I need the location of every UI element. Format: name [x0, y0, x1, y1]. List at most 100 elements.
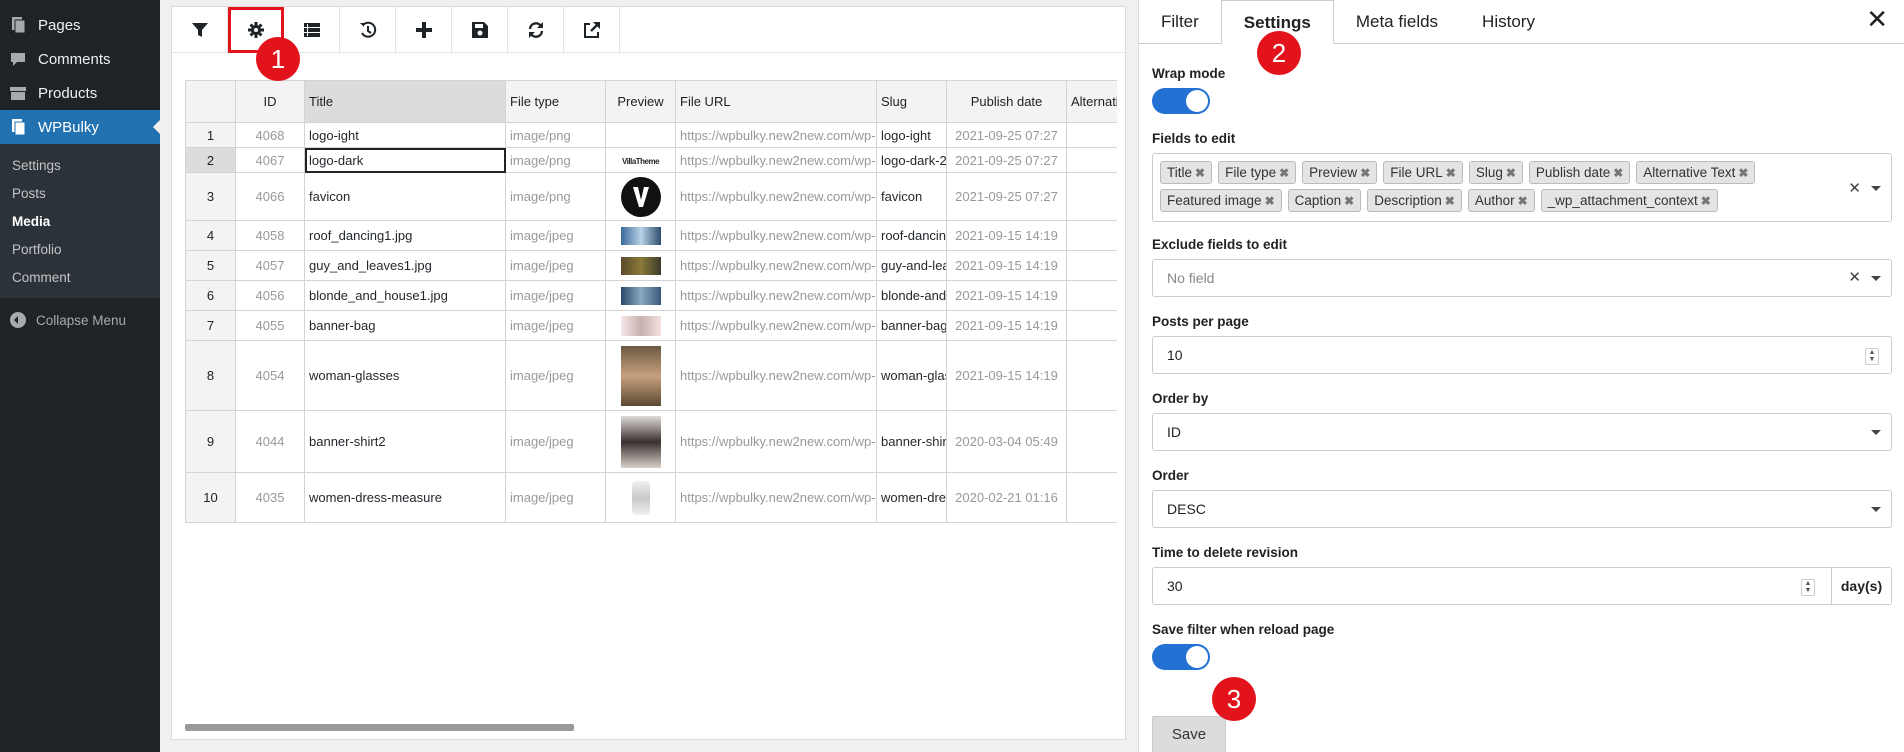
- chevron-down-icon[interactable]: [1871, 186, 1881, 192]
- cell-file-type[interactable]: image/jpeg: [505, 410, 606, 473]
- col-header-preview[interactable]: Preview: [605, 80, 676, 123]
- cell-alt-text[interactable]: [1066, 472, 1117, 523]
- table-row[interactable]: 2 4067 logo-dark image/png VillaTheme https:/…: [185, 147, 1117, 173]
- table-row[interactable]: 1 4068 logo-ight image/png https://wpbulky.n…: [185, 122, 1117, 148]
- save-toolbar-button[interactable]: [452, 7, 508, 53]
- cell-file-url[interactable]: https://wpbulky.new2new.com/wp-content/u…: [675, 172, 877, 221]
- cell-slug[interactable]: banner-bag: [876, 310, 947, 341]
- remove-tag-icon[interactable]: ✖: [1518, 194, 1528, 208]
- cell-id[interactable]: 4056: [235, 280, 305, 311]
- table-row[interactable]: 9 4044 banner-shirt2 image/jpeg https://wpbu…: [185, 410, 1117, 473]
- col-header-id[interactable]: ID: [235, 80, 305, 123]
- cell-file-type[interactable]: image/png: [505, 147, 606, 173]
- number-spinner-icon[interactable]: ▲ ▼: [1865, 348, 1879, 365]
- submenu-settings[interactable]: Settings: [0, 152, 160, 180]
- cell-slug[interactable]: logo-dark-2: [876, 147, 947, 173]
- remove-tag-icon[interactable]: ✖: [1738, 166, 1748, 180]
- cell-alt-text[interactable]: [1066, 280, 1117, 311]
- cell-publish-date[interactable]: 2021-09-15 14:19: [946, 280, 1067, 311]
- cell-file-url[interactable]: https://wpbulky.new2new.com/wp-content/u…: [675, 122, 877, 148]
- remove-tag-icon[interactable]: ✖: [1344, 194, 1354, 208]
- filter-button[interactable]: [172, 7, 228, 53]
- cell-file-type[interactable]: image/jpeg: [505, 220, 606, 251]
- cell-slug[interactable]: woman-glasses: [876, 340, 947, 411]
- row-number[interactable]: 8: [185, 340, 236, 411]
- cell-preview[interactable]: [605, 472, 676, 523]
- clear-icon[interactable]: ✕: [1848, 180, 1861, 197]
- cell-slug[interactable]: guy-and-leaves1: [876, 250, 947, 281]
- row-number[interactable]: 7: [185, 310, 236, 341]
- history-button[interactable]: [340, 7, 396, 53]
- chevron-down-icon[interactable]: [1861, 491, 1881, 527]
- cell-id[interactable]: 4057: [235, 250, 305, 281]
- number-spinner-icon[interactable]: ▲ ▼: [1801, 579, 1815, 596]
- row-number[interactable]: 6: [185, 280, 236, 311]
- cell-alt-text[interactable]: [1066, 340, 1117, 411]
- row-number[interactable]: 1: [185, 122, 236, 148]
- cell-file-type[interactable]: image/jpeg: [505, 340, 606, 411]
- cell-file-type[interactable]: image/jpeg: [505, 310, 606, 341]
- cell-id[interactable]: 4066: [235, 172, 305, 221]
- cell-title[interactable]: banner-shirt2: [304, 410, 506, 473]
- cell-id[interactable]: 4067: [235, 147, 305, 173]
- cell-file-type[interactable]: image/png: [505, 172, 606, 221]
- tab-history[interactable]: History: [1460, 0, 1557, 43]
- cell-publish-date[interactable]: 2021-09-15 14:19: [946, 250, 1067, 281]
- remove-tag-icon[interactable]: ✖: [1265, 194, 1275, 208]
- cell-file-url[interactable]: https://wpbulky.new2new.com/wp-content/u…: [675, 472, 877, 523]
- tab-filter[interactable]: Filter: [1139, 0, 1221, 43]
- remove-tag-icon[interactable]: ✖: [1445, 194, 1455, 208]
- cell-preview[interactable]: [605, 310, 676, 341]
- sidebar-item-products[interactable]: Products: [0, 76, 160, 110]
- posts-per-page-input[interactable]: 10 ▲ ▼: [1152, 336, 1892, 374]
- field-tag[interactable]: File URL ✖: [1383, 161, 1463, 184]
- cell-title[interactable]: guy_and_leaves1.jpg: [304, 250, 506, 281]
- table-row[interactable]: 8 4054 woman-glasses image/jpeg https://wpbu…: [185, 340, 1117, 411]
- order-select[interactable]: DESC: [1152, 490, 1892, 528]
- row-number[interactable]: 3: [185, 172, 236, 221]
- collapse-menu-button[interactable]: Collapse Menu: [0, 302, 160, 338]
- remove-tag-icon[interactable]: ✖: [1446, 166, 1456, 180]
- cell-title[interactable]: logo-ight: [304, 122, 506, 148]
- remove-tag-icon[interactable]: ✖: [1195, 166, 1205, 180]
- sidebar-item-comments[interactable]: Comments: [0, 42, 160, 76]
- horizontal-scrollbar[interactable]: [185, 724, 574, 731]
- cell-alt-text[interactable]: [1066, 410, 1117, 473]
- row-number[interactable]: 5: [185, 250, 236, 281]
- remove-tag-icon[interactable]: ✖: [1360, 166, 1370, 180]
- cell-file-url[interactable]: https://wpbulky.new2new.com/wp-content/u…: [675, 410, 877, 473]
- cell-file-url[interactable]: https://wpbulky.new2new.com/wp-content/u…: [675, 220, 877, 251]
- cell-alt-text[interactable]: [1066, 250, 1117, 281]
- cell-file-url[interactable]: https://wpbulky.new2new.com/wp-content/u…: [675, 310, 877, 341]
- data-grid[interactable]: ID Title File type Preview File URL Slug…: [185, 80, 1117, 534]
- add-button[interactable]: [396, 7, 452, 53]
- submenu-comment[interactable]: Comment: [0, 264, 160, 292]
- chevron-down-icon[interactable]: [1861, 414, 1881, 450]
- submenu-posts[interactable]: Posts: [0, 180, 160, 208]
- cell-title[interactable]: blonde_and_house1.jpg: [304, 280, 506, 311]
- table-row[interactable]: 10 4035 women-dress-measure image/jpeg https…: [185, 472, 1117, 523]
- field-tag[interactable]: Publish date ✖: [1528, 161, 1631, 184]
- cell-alt-text[interactable]: [1066, 122, 1117, 148]
- cell-file-type[interactable]: image/png: [505, 122, 606, 148]
- cell-slug[interactable]: favicon: [876, 172, 947, 221]
- cell-publish-date[interactable]: 2021-09-15 14:19: [946, 220, 1067, 251]
- remove-tag-icon[interactable]: ✖: [1613, 166, 1623, 180]
- cell-alt-text[interactable]: [1066, 310, 1117, 341]
- cell-id[interactable]: 4044: [235, 410, 305, 473]
- external-link-button[interactable]: [564, 7, 620, 53]
- sidebar-item-pages[interactable]: Pages: [0, 8, 160, 42]
- cell-slug[interactable]: logo-ight: [876, 122, 947, 148]
- field-tag[interactable]: Preview ✖: [1302, 161, 1378, 184]
- cell-slug[interactable]: women-dress-measure: [876, 472, 947, 523]
- cell-publish-date[interactable]: 2021-09-25 07:27: [946, 147, 1067, 173]
- cell-preview[interactable]: [605, 250, 676, 281]
- tab-meta-fields[interactable]: Meta fields: [1334, 0, 1460, 43]
- col-header-title[interactable]: Title: [304, 80, 506, 123]
- clear-caret-controls[interactable]: ✕: [1848, 179, 1881, 197]
- cell-alt-text[interactable]: [1066, 147, 1117, 173]
- cell-preview[interactable]: [605, 340, 676, 411]
- cell-file-url[interactable]: https://wpbulky.new2new.com/wp-content/u…: [675, 280, 877, 311]
- row-number[interactable]: 10: [185, 472, 236, 523]
- save-button[interactable]: Save: [1152, 716, 1226, 752]
